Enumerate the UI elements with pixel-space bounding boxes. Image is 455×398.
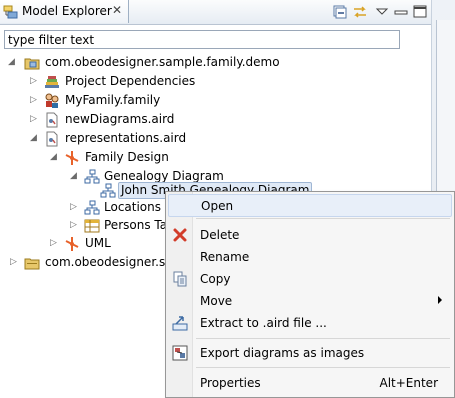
filter-field[interactable] [4, 30, 400, 49]
maximize-icon[interactable] [411, 3, 429, 21]
menu-item-shortcut: Alt+Enter [379, 376, 438, 390]
view-title: Model Explorer [22, 4, 112, 18]
expanded-arrow-icon[interactable]: ◢ [50, 148, 60, 167]
model-explorer-tab[interactable]: Model Explorer ✕ [0, 0, 129, 23]
view-menu-icon[interactable] [373, 3, 391, 21]
menu-separator [196, 367, 450, 368]
menu-item-export-images[interactable]: Export diagrams as images [168, 342, 450, 363]
aird-file-icon [46, 112, 58, 128]
close-icon[interactable]: ✕ [112, 3, 122, 17]
view-title-bar: Model Explorer ✕ [0, 0, 431, 25]
menu-item-label: Copy [200, 272, 231, 286]
menu-item-copy[interactable]: Copy [168, 268, 450, 289]
minimize-icon[interactable] [392, 3, 410, 21]
expanded-arrow-icon[interactable]: ◢ [8, 53, 18, 72]
menu-separator [196, 218, 450, 219]
collapse-all-icon[interactable] [331, 3, 349, 21]
tree-node-representations[interactable]: ◢ representations.aird [0, 129, 430, 148]
tree-node-persons-table[interactable]: ▷ Persons Tab [0, 216, 175, 235]
tree-node-family-design[interactable]: ◢ Family Design [0, 148, 430, 167]
diagram-description-icon [84, 200, 100, 215]
tree-node-project[interactable]: ◢ com.obeodesigner.sample.family.demo [0, 53, 430, 72]
menu-item-delete[interactable]: Delete [168, 224, 450, 245]
tree-node-label: MyFamily.family [65, 93, 161, 107]
context-menu: Open Delete Rename Copy Move Extract to … [165, 191, 455, 398]
collapsed-arrow-icon[interactable]: ▷ [30, 72, 40, 91]
menu-item-label: Open [201, 199, 234, 213]
menu-item-label: Export diagrams as images [200, 346, 365, 360]
collapsed-arrow-icon[interactable]: ▷ [70, 198, 80, 217]
menu-item-extract[interactable]: Extract to .aird file ... [168, 312, 450, 333]
menu-item-move[interactable]: Move [168, 290, 450, 311]
family-model-icon [45, 93, 59, 108]
menu-item-open[interactable]: Open [168, 194, 452, 217]
tree-node-myfamily[interactable]: ▷ MyFamily.family [0, 91, 430, 110]
link-with-editor-icon[interactable] [351, 3, 369, 21]
collapsed-arrow-icon[interactable]: ▷ [30, 110, 40, 129]
collapsed-arrow-icon[interactable]: ▷ [70, 216, 80, 235]
aird-file-icon [46, 131, 58, 147]
folder-project-icon [24, 258, 40, 270]
menu-item-rename[interactable]: Rename [168, 246, 450, 267]
extract-icon [172, 316, 188, 331]
menu-item-label: Properties [200, 376, 261, 390]
tree-node-locations[interactable]: ▷ Locations D [0, 198, 174, 217]
submenu-arrow-icon [438, 296, 442, 304]
modeling-project-icon [24, 58, 40, 70]
menu-item-label: Extract to .aird file ... [200, 316, 327, 330]
tree-node-label: newDiagrams.aird [65, 112, 175, 126]
filter-input[interactable] [5, 31, 399, 48]
menu-item-label: Delete [200, 228, 240, 242]
tree-node-label: Family Design [85, 150, 169, 164]
tree-node-newdiagrams[interactable]: ▷ newDiagrams.aird [0, 110, 430, 129]
menu-item-properties[interactable]: Properties Alt+Enter [168, 372, 450, 393]
library-icon [45, 76, 59, 88]
collapsed-arrow-icon[interactable]: ▷ [50, 234, 60, 253]
export-image-icon [172, 345, 188, 361]
collapsed-arrow-icon[interactable]: ▷ [10, 253, 20, 272]
expanded-arrow-icon[interactable]: ◢ [30, 129, 40, 148]
table-icon [84, 219, 100, 233]
copy-icon [173, 271, 187, 287]
tree-node-project-dependencies[interactable]: ▷ Project Dependencies [0, 72, 430, 91]
diagram-icon [100, 183, 116, 198]
tree-node-label: Project Dependencies [65, 74, 196, 88]
tree-node-label: Locations D [104, 200, 175, 214]
tree-node-label: representations.aird [65, 131, 187, 145]
tree-node-second-project[interactable]: ▷ com.obeodesigner.sam [0, 253, 184, 272]
menu-item-label: Rename [200, 250, 250, 264]
tree-node-label: com.obeodesigner.sam [45, 255, 185, 269]
tree-node-label: UML [85, 236, 111, 250]
menu-item-label: Move [200, 294, 233, 308]
tree-node-uml[interactable]: ▷ UML [0, 234, 165, 253]
model-explorer-icon [3, 5, 18, 19]
menu-separator [196, 338, 450, 339]
viewpoint-icon [65, 151, 79, 165]
viewpoint-icon [65, 237, 79, 251]
tree-node-label: com.obeodesigner.sample.family.demo [45, 55, 280, 69]
collapsed-arrow-icon[interactable]: ▷ [30, 91, 40, 110]
delete-icon [173, 228, 187, 242]
